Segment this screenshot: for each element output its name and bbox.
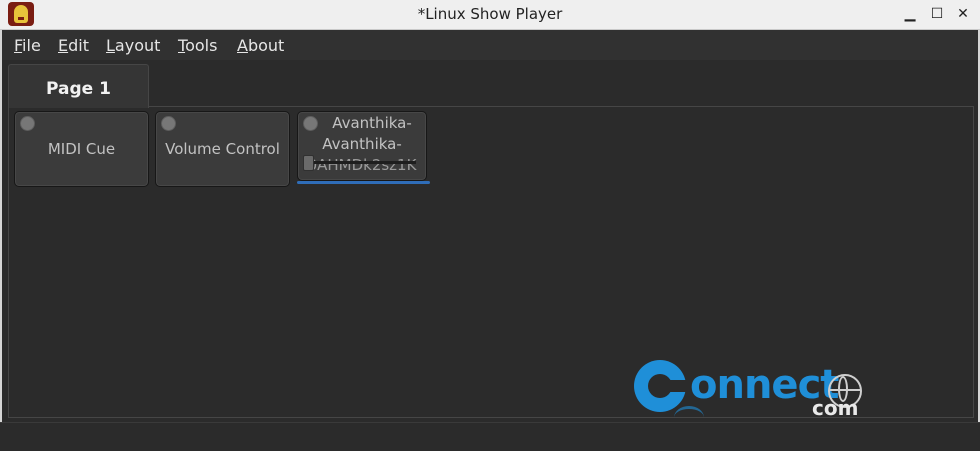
cue-button-media[interactable]: Avanthika- Avanthika- 0AHMDk2sz1K [297,111,427,181]
menu-layout[interactable]: Layout [106,36,160,55]
cue-label-line-2: Avanthika- [322,135,402,153]
status-led-icon [161,116,176,131]
volume-slider-track[interactable] [308,161,416,164]
cue-label: Volume Control [165,140,280,158]
tab-label: Page 1 [46,79,111,99]
watermark-suffix: com [812,396,859,420]
cue-label: MIDI Cue [47,140,116,158]
cue-button-midi[interactable]: MIDI Cue [14,111,149,187]
menu-tools[interactable]: Tools [178,36,217,55]
maximize-button[interactable]: ☐ [927,4,947,24]
watermark-logo: onnect com [632,354,872,434]
wifi-icon [674,406,704,429]
menu-bar: File Edit Layout Tools About [0,30,980,60]
watermark-c-icon [634,360,688,412]
status-led-icon [20,116,35,131]
minimize-button[interactable]: ▁ [900,4,920,24]
window-title: *Linux Show Player [417,5,563,23]
title-bar: *Linux Show Player ▁ ☐ ✕ [0,0,980,30]
menu-about[interactable]: About [237,36,284,55]
menu-edit[interactable]: Edit [58,36,89,55]
window-frame-left [0,30,2,450]
cue-label-line-3: 0AHMDk2sz1K [307,156,417,174]
volume-slider-handle[interactable] [303,155,314,171]
menu-file[interactable]: File [14,36,41,55]
cue-progress-bar [297,181,430,184]
close-button[interactable]: ✕ [953,4,973,24]
cue-label-line-1: Avanthika- [332,114,412,132]
cue-button-volume-control[interactable]: Volume Control [155,111,290,187]
tab-page-1[interactable]: Page 1 [8,64,149,108]
